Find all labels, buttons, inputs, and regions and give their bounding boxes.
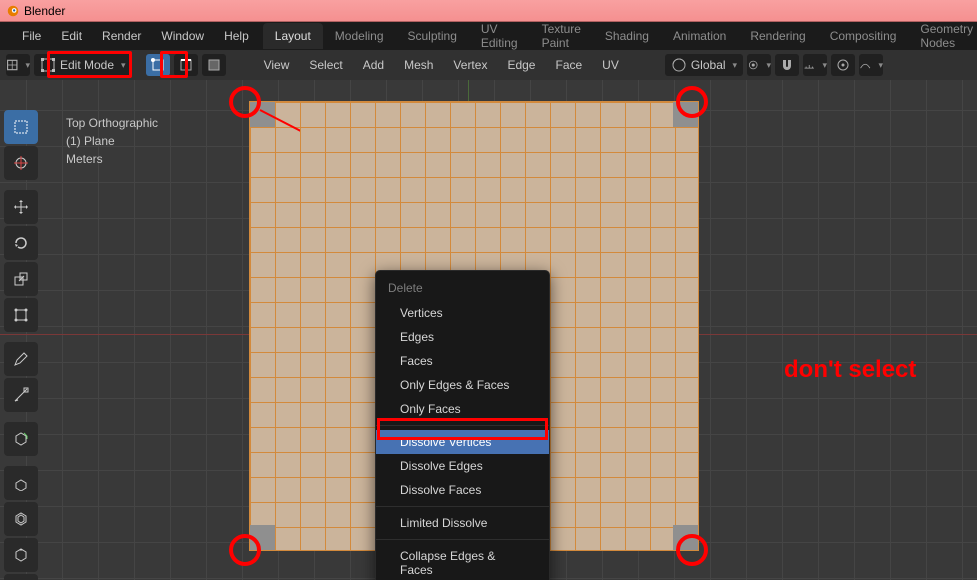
ctx-item-limited-dissolve[interactable]: Limited Dissolve <box>376 511 549 535</box>
chevron-down-icon: ▾ <box>767 60 772 71</box>
toolbar <box>4 110 40 580</box>
proportional-falloff[interactable]: ▾ <box>859 54 883 76</box>
header-select-menu[interactable]: Select <box>301 58 350 72</box>
tab-rendering[interactable]: Rendering <box>738 23 817 49</box>
ctx-item-only-faces[interactable]: Only Faces <box>376 397 549 421</box>
edge-mode-icon <box>178 57 194 73</box>
vertex-mode-icon <box>150 57 166 73</box>
tool-cursor[interactable] <box>4 146 38 180</box>
ctx-item-vertices[interactable]: Vertices <box>376 301 549 325</box>
window-title: Blender <box>24 4 65 18</box>
orientation-label: Global <box>691 58 726 72</box>
proportional-toggle[interactable] <box>831 54 855 76</box>
viewport-info-overlay: Top Orthographic (1) Plane Meters <box>66 114 158 168</box>
tool-extrude[interactable] <box>4 466 38 500</box>
editor-type-icon <box>6 57 18 73</box>
top-menu-bar: File Edit Render Window Help Layout Mode… <box>0 22 977 50</box>
face-mode-icon <box>206 57 222 73</box>
blender-logo-icon <box>6 4 20 18</box>
tab-compositing[interactable]: Compositing <box>818 23 909 49</box>
header-view-menu[interactable]: View <box>256 58 298 72</box>
chevron-down-icon: ▾ <box>879 60 884 71</box>
ctx-item-dissolve-edges[interactable]: Dissolve Edges <box>376 454 549 478</box>
mode-label: Edit Mode <box>60 58 114 72</box>
tool-measure[interactable] <box>4 378 38 412</box>
menu-help[interactable]: Help <box>214 25 259 47</box>
chevron-down-icon: ▾ <box>733 60 738 71</box>
mesh-plane-corner <box>673 102 698 127</box>
mode-dropdown[interactable]: Edit Mode ▾ <box>34 54 132 76</box>
header-uv-menu[interactable]: UV <box>594 58 627 72</box>
menu-edit[interactable]: Edit <box>51 25 92 47</box>
face-select-mode[interactable] <box>202 54 226 76</box>
ctx-item-edges[interactable]: Edges <box>376 325 549 349</box>
delete-context-menu: Delete Vertices Edges Faces Only Edges &… <box>375 270 550 580</box>
context-menu-separator <box>376 539 549 540</box>
tab-modeling[interactable]: Modeling <box>323 23 396 49</box>
context-menu-separator <box>376 425 549 426</box>
tool-annotate[interactable] <box>4 342 38 376</box>
header-edge-menu[interactable]: Edge <box>499 58 543 72</box>
menu-file[interactable]: File <box>12 25 51 47</box>
tool-scale[interactable] <box>4 262 38 296</box>
context-menu-separator <box>376 506 549 507</box>
info-object-name: (1) Plane <box>66 132 158 150</box>
falloff-icon <box>859 57 871 73</box>
tab-shading[interactable]: Shading <box>593 23 661 49</box>
tab-layout[interactable]: Layout <box>263 23 323 49</box>
tool-move[interactable] <box>4 190 38 224</box>
snap-increment-icon <box>803 57 815 73</box>
info-units: Meters <box>66 150 158 168</box>
tool-add-cube[interactable] <box>4 422 38 456</box>
header-vertex-menu[interactable]: Vertex <box>445 58 495 72</box>
ctx-item-collapse-edges-faces[interactable]: Collapse Edges & Faces <box>376 544 549 580</box>
tool-bevel[interactable] <box>4 538 38 572</box>
tab-sculpting[interactable]: Sculpting <box>396 23 469 49</box>
context-menu-title: Delete <box>376 277 549 301</box>
mesh-plane-corner <box>673 525 698 550</box>
mesh-plane-corner <box>250 102 275 127</box>
edit-mode-icon <box>40 57 56 73</box>
ctx-item-dissolve-faces[interactable]: Dissolve Faces <box>376 478 549 502</box>
chevron-down-icon: ▾ <box>121 60 126 71</box>
tool-inset[interactable] <box>4 502 38 536</box>
ctx-item-dissolve-vertices[interactable]: Dissolve Vertices <box>376 430 549 454</box>
mesh-plane-corner <box>250 525 275 550</box>
tool-loop-cut[interactable] <box>4 574 38 580</box>
pivot-dropdown[interactable]: ▾ <box>747 54 771 76</box>
chevron-down-icon: ▾ <box>823 60 828 71</box>
chevron-down-icon: ▾ <box>25 60 30 71</box>
header-mesh-menu[interactable]: Mesh <box>396 58 441 72</box>
menu-render[interactable]: Render <box>92 25 151 47</box>
header-add-menu[interactable]: Add <box>355 58 392 72</box>
orientation-dropdown[interactable]: Global ▾ <box>665 54 743 76</box>
tool-rotate[interactable] <box>4 226 38 260</box>
info-projection: Top Orthographic <box>66 114 158 132</box>
menu-window[interactable]: Window <box>151 25 214 47</box>
3d-viewport[interactable]: Top Orthographic (1) Plane Meters Delete… <box>0 80 977 580</box>
orientation-icon <box>671 57 687 73</box>
annotation-text: don't select <box>784 356 916 384</box>
magnet-icon <box>779 57 795 73</box>
editor-type-dropdown[interactable]: ▾ <box>6 54 30 76</box>
tool-transform[interactable] <box>4 298 38 332</box>
tool-select-box[interactable] <box>4 110 38 144</box>
edge-select-mode[interactable] <box>174 54 198 76</box>
snap-dropdown[interactable]: ▾ <box>803 54 827 76</box>
vertex-select-mode[interactable] <box>146 54 170 76</box>
ctx-item-only-edges-faces[interactable]: Only Edges & Faces <box>376 373 549 397</box>
ctx-item-faces[interactable]: Faces <box>376 349 549 373</box>
proportional-icon <box>835 57 851 73</box>
snap-toggle[interactable] <box>775 54 799 76</box>
header-face-menu[interactable]: Face <box>547 58 590 72</box>
tab-animation[interactable]: Animation <box>661 23 738 49</box>
pivot-icon <box>747 57 759 73</box>
3d-view-header: ▾ Edit Mode ▾ View Select Add Mesh Verte… <box>0 50 977 80</box>
